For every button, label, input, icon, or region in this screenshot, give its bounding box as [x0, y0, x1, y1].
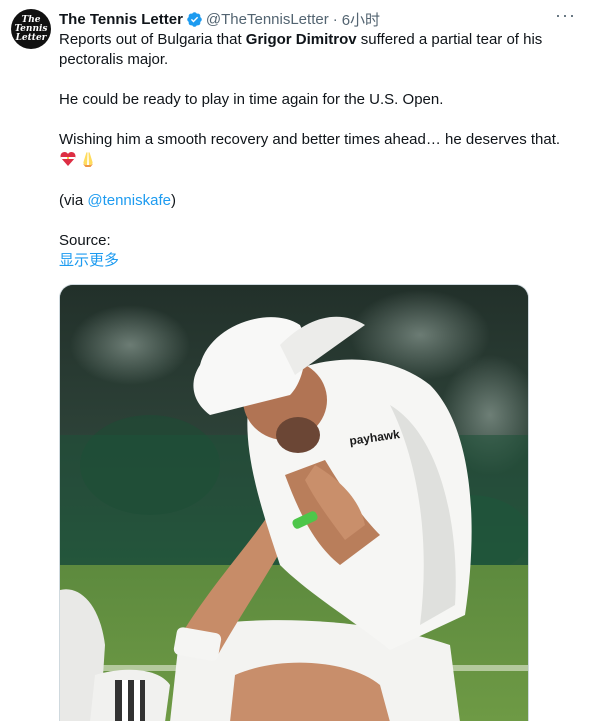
separator-dot: · [332, 10, 338, 28]
tweet-text: Reports out of Bulgaria that Grigor Dimi… [59, 30, 579, 271]
tweet-time[interactable]: 6小时 [342, 9, 380, 30]
mentioned-player: Grigor Dimitrov [245, 31, 357, 48]
verified-badge-icon [187, 11, 202, 27]
tweet-paragraph-2: He could be ready to play in time again … [59, 91, 444, 108]
tweet-paragraph-4: (via @tenniskafe) [59, 192, 176, 209]
author-handle[interactable]: @TheTennisLetter [206, 11, 329, 28]
tweet-paragraph-3: Wishing him a smooth recovery and better… [59, 130, 579, 171]
tweet[interactable]: The Tennis Letter The Tennis Letter @The… [0, 0, 591, 721]
tweet-media-photo[interactable]: payhawk [59, 284, 529, 721]
source-label: Source: [59, 232, 111, 249]
author-name[interactable]: The Tennis Letter [59, 11, 183, 28]
player-photo: payhawk [60, 285, 528, 721]
avatar-logo: The Tennis Letter [14, 14, 48, 43]
more-options-icon[interactable]: ··· [555, 6, 575, 26]
show-more-link[interactable]: 显示更多 [59, 252, 119, 269]
mention-link[interactable]: @tenniskafe [87, 192, 171, 209]
tweet-paragraph-1: Reports out of Bulgaria that Grigor Dimi… [59, 31, 543, 68]
tweet-header: The Tennis Letter @TheTennisLetter · 6小时 [59, 9, 380, 29]
folded-hands-emoji [83, 152, 93, 167]
heart-with-ribbon-emoji [60, 152, 76, 166]
avatar[interactable]: The Tennis Letter [11, 9, 51, 49]
